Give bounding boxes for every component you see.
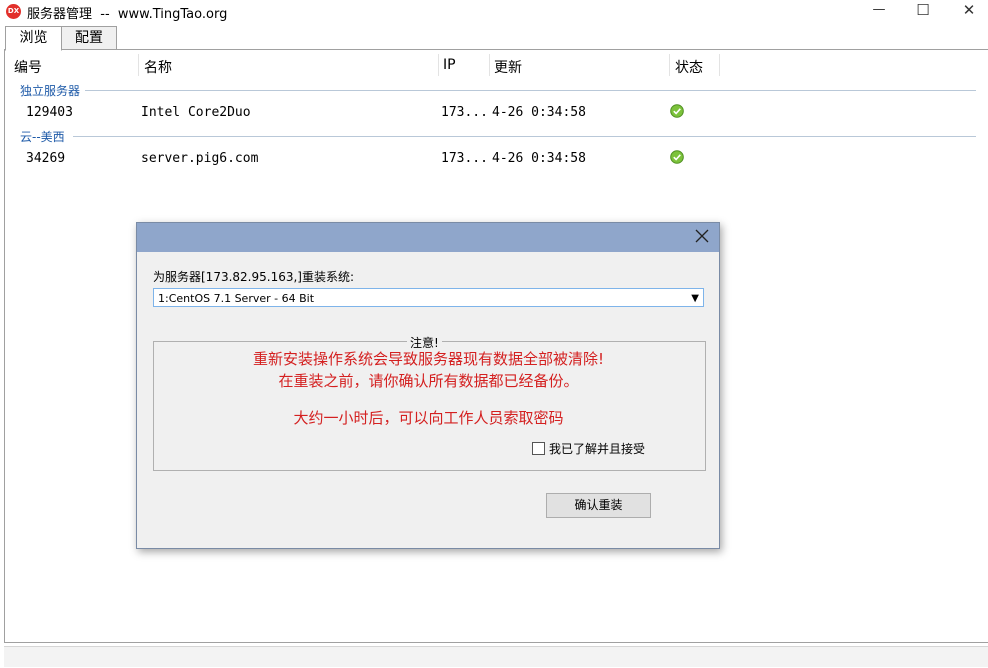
checkbox-icon[interactable] [532, 442, 545, 455]
group-header-cloud-us-west: 云--美西 [20, 130, 65, 144]
warning-line-3: 大约一小时后，可以向工作人员索取密码 [293, 409, 564, 427]
column-header-updated[interactable]: 更新 [494, 57, 522, 77]
column-header-id[interactable]: 编号 [14, 57, 42, 77]
confirm-reinstall-button[interactable]: 确认重装 [546, 493, 651, 518]
row-ip: 173... [441, 105, 488, 120]
tab-browse[interactable]: 浏览 [5, 26, 62, 51]
status-bar [4, 646, 988, 667]
warning-line-1: 重新安装操作系统会导致服务器现有数据全部被清除! [252, 350, 604, 368]
tab-config[interactable]: 配置 [61, 26, 117, 50]
tab-strip: 浏览 配置 [0, 26, 988, 51]
warning-line-2: 在重装之前，请你确认所有数据都已经备份。 [278, 372, 579, 390]
column-divider[interactable] [669, 54, 670, 76]
os-select[interactable]: 1:CentOS 7.1 Server - 64 Bit ▼ [153, 288, 704, 307]
row-name: Intel Core2Duo [141, 105, 251, 120]
reinstall-dialog: 为服务器[173.82.95.163,]重装系统: 1:CentOS 7.1 S… [136, 222, 720, 549]
row-name: server.pig6.com [141, 151, 259, 166]
group-divider [85, 90, 976, 91]
group-header-dedicated: 独立服务器 [20, 84, 81, 98]
accept-checkbox[interactable]: 我已了解并且接受 [532, 440, 645, 457]
row-updated: 4-26 0:34:58 [492, 151, 586, 166]
column-header-name[interactable]: 名称 [144, 57, 172, 77]
column-divider[interactable] [438, 54, 439, 76]
chevron-down-icon: ▼ [691, 293, 699, 304]
status-ok-icon [670, 150, 684, 164]
accept-label: 我已了解并且接受 [549, 442, 646, 456]
status-ok-icon [670, 104, 684, 118]
row-updated: 4-26 0:34:58 [492, 105, 586, 120]
column-divider[interactable] [489, 54, 490, 76]
column-divider[interactable] [138, 54, 139, 76]
window-title: 服务器管理 -- www.TingTao.org [27, 7, 228, 22]
os-select-value: 1:CentOS 7.1 Server - 64 Bit [158, 292, 315, 305]
maximize-button[interactable]: ☐ [900, 0, 946, 22]
column-header-ip[interactable]: IP [443, 57, 456, 73]
close-button[interactable]: ✕ [946, 0, 988, 22]
reinstall-label: 为服务器[173.82.95.163,]重装系统: [153, 270, 355, 284]
column-divider[interactable] [719, 54, 720, 76]
column-header-status[interactable]: 状态 [675, 57, 703, 77]
dialog-close-icon[interactable] [689, 225, 715, 249]
dialog-title-bar [137, 223, 719, 252]
column-header-row: 编号 名称 IP 更新 状态 [5, 50, 988, 78]
row-ip: 173... [441, 151, 488, 166]
app-icon: DX [6, 4, 21, 19]
row-id: 34269 [26, 151, 66, 166]
minimize-button[interactable]: — [856, 0, 902, 22]
title-bar: DX 服务器管理 -- www.TingTao.org — ☐ ✕ [0, 0, 988, 24]
row-id: 129403 [26, 105, 73, 120]
group-divider [73, 136, 976, 137]
